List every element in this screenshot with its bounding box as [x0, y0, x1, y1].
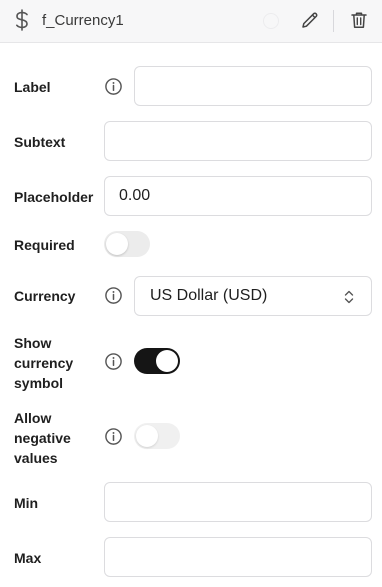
max-field-label: Max — [14, 550, 42, 566]
info-icon[interactable] — [104, 77, 123, 96]
currency-select[interactable]: US Dollar (USD) — [134, 276, 372, 316]
show-currency-symbol-toggle[interactable] — [134, 348, 180, 374]
required-field-label: Required — [14, 237, 75, 253]
allow-negative-values-label-line3: values — [14, 450, 58, 466]
toggle-knob — [136, 425, 158, 447]
allow-negative-values-toggle[interactable] — [134, 423, 180, 449]
subtext-input[interactable] — [104, 121, 372, 161]
label-field-label: Label — [14, 79, 51, 95]
min-input[interactable] — [104, 482, 372, 522]
label-input[interactable] — [134, 66, 372, 106]
trash-icon[interactable] — [349, 10, 369, 30]
toggle-knob — [156, 350, 178, 372]
faded-icon — [263, 13, 279, 29]
show-currency-symbol-label-line3: symbol — [14, 375, 64, 391]
pencil-icon[interactable] — [300, 10, 320, 30]
field-title: f_Currency1 — [42, 12, 124, 29]
info-icon[interactable] — [104, 427, 123, 446]
info-icon[interactable] — [104, 352, 123, 371]
field-header: f_Currency1 — [0, 0, 382, 43]
required-toggle[interactable] — [104, 231, 150, 257]
subtext-field-label: Subtext — [14, 134, 66, 150]
max-input[interactable] — [104, 537, 372, 577]
currency-selected-value: US Dollar (USD) — [150, 287, 268, 304]
placeholder-input[interactable] — [104, 176, 372, 216]
allow-negative-values-label-line2: negative — [14, 430, 71, 446]
dollar-icon — [16, 9, 28, 31]
show-currency-symbol-label-line1: Show — [14, 335, 52, 351]
placeholder-field-label: Placeholder — [14, 189, 94, 205]
min-field-label: Min — [14, 495, 39, 511]
toggle-knob — [106, 233, 128, 255]
chevron-up-down-icon — [344, 290, 354, 304]
header-divider — [333, 10, 334, 32]
currency-field-label: Currency — [14, 288, 76, 304]
info-icon[interactable] — [104, 286, 123, 305]
show-currency-symbol-label-line2: currency — [14, 355, 74, 371]
allow-negative-values-label-line1: Allow — [14, 410, 52, 426]
